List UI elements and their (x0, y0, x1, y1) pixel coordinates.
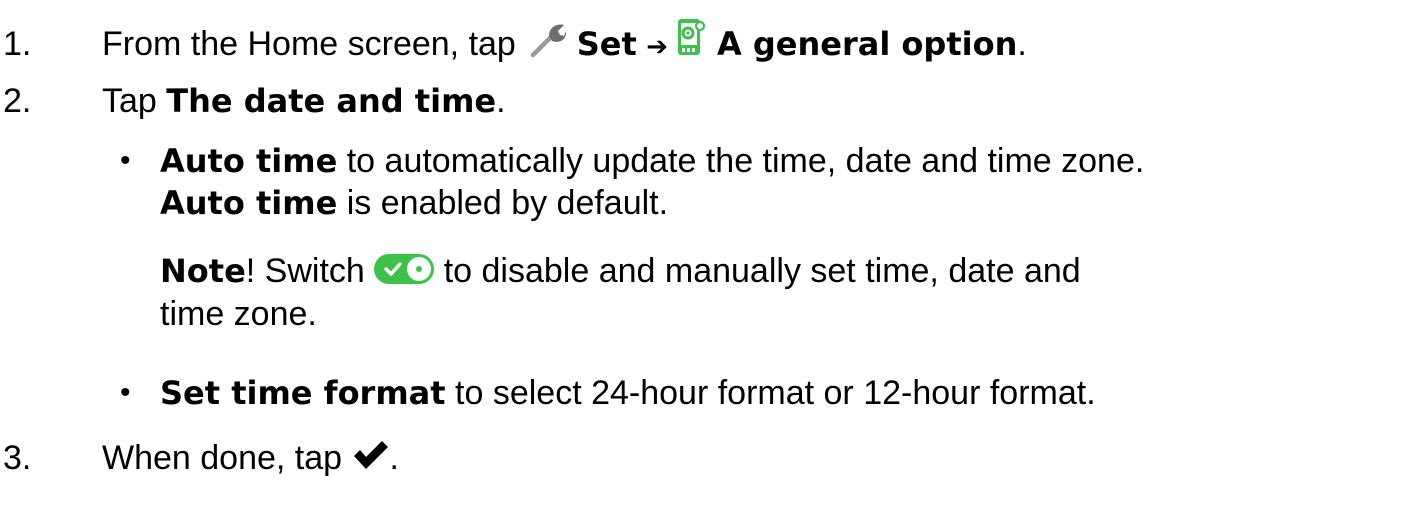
bullet-2-text: to select 24-hour format or 12-hour form… (455, 374, 1096, 412)
note-text-before: Switch (264, 252, 365, 290)
arrow-icon: ➔ (646, 32, 669, 62)
step-1-number: 1. (3, 25, 32, 63)
note-line-1: Note! Switch to disable and manually set… (160, 249, 1081, 293)
step-3-period: . (389, 439, 399, 477)
toggle-on-icon (374, 253, 435, 285)
bullet-1-symbol: • (120, 144, 131, 177)
step-2-text: Tap (102, 82, 157, 120)
note-period: . (307, 295, 317, 333)
date-time-label: The date and time (166, 82, 497, 120)
general-label: A general option (716, 25, 1018, 63)
note-label: Note (160, 252, 246, 290)
bullet-1-text: to automatically update the time, date a… (346, 142, 1145, 180)
general-settings-icon (677, 18, 707, 56)
step-2-line: Tap The date and time. (102, 79, 506, 123)
auto-time-label: Auto time (160, 142, 338, 180)
step-1-line: From the Home screen, tap Set ➔ A genera… (102, 19, 1027, 69)
note-mark: ! (245, 252, 256, 290)
note-text-line-2: time zone (160, 295, 308, 333)
step-3-line: When done, tap . (102, 436, 399, 480)
bullet-1-line-2: Auto time is enabled by default. (160, 181, 668, 225)
bullet-1-line-1: Auto time to automatically update the ti… (160, 139, 1144, 183)
bullet-2-line: Set time format to select 24-hour format… (160, 371, 1096, 415)
note-line-2: time zone. (160, 292, 317, 336)
step-3-text: When done, tap (102, 439, 343, 477)
step-1-period: . (1017, 25, 1027, 63)
auto-time-label-2: Auto time (160, 184, 338, 222)
bullet-2-symbol: • (120, 376, 131, 409)
instruction-page: 1. From the Home screen, tap Set ➔ A gen… (0, 0, 1407, 506)
step-2-period: . (496, 82, 506, 120)
settings-label: Set (576, 25, 637, 63)
set-time-format-label: Set time format (160, 374, 446, 412)
step-3-number: 3. (3, 439, 32, 477)
step-2-number: 2. (3, 82, 32, 120)
checkmark-icon (352, 439, 390, 471)
wrench-icon (529, 22, 567, 58)
step-1-text: From the Home screen, tap (102, 25, 516, 63)
note-text-after: to disable and manually set time, date a… (443, 252, 1081, 290)
bullet-1-text-2: is enabled by default. (346, 184, 669, 222)
